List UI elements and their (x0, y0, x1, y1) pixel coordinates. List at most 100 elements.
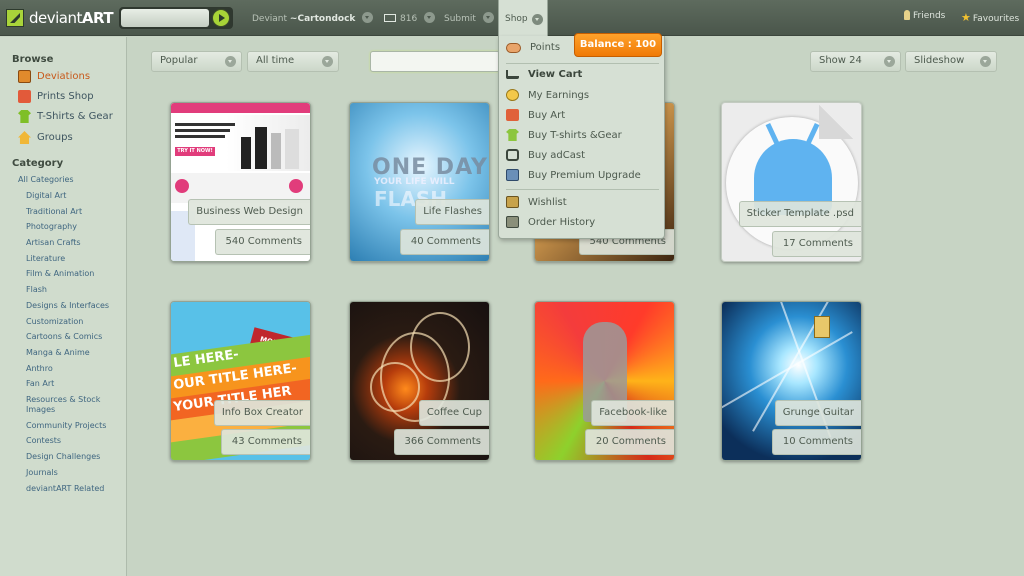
art-icon (506, 109, 519, 121)
category-item[interactable]: Digital Art (26, 191, 66, 201)
order-history-icon (506, 216, 519, 228)
category-item[interactable]: Contests (26, 436, 61, 446)
deviations-icon (18, 70, 31, 83)
chevron-down-icon (322, 56, 333, 67)
chevron-down-icon (980, 56, 991, 67)
menu-item-points[interactable]: Points (506, 42, 560, 53)
category-item[interactable]: Cartoons & Comics (26, 332, 102, 342)
thumbnail-coffee-cup[interactable]: Coffee Cup 366 Comments (349, 301, 490, 461)
search-input[interactable] (121, 9, 209, 27)
chevron-down-icon (884, 56, 895, 67)
category-item[interactable]: Traditional Art (26, 207, 82, 217)
thumbnail-comments[interactable]: 540 Comments (214, 229, 310, 255)
thumbnail-facebook-like[interactable]: Facebook-like 20 Comments (534, 301, 675, 461)
thumbnail-title[interactable]: Sticker Template .psd (738, 201, 861, 227)
category-item[interactable]: Flash (26, 285, 47, 295)
show-count-dropdown[interactable]: Show 24 (810, 51, 901, 72)
thumbnail-comments[interactable]: 20 Comments (584, 429, 674, 455)
thumbnail-comments[interactable]: 43 Comments (220, 429, 310, 455)
category-item[interactable]: Design Challenges (26, 452, 100, 462)
time-dropdown[interactable]: All time (247, 51, 339, 72)
sidebar: Browse Deviations Prints Shop T-Shirts &… (0, 37, 127, 576)
adcast-icon (506, 149, 519, 161)
thumbnail-title[interactable]: Life Flashes (415, 199, 489, 225)
category-item[interactable]: Anthro (26, 364, 53, 374)
menu-item-wishlist[interactable]: Wishlist (506, 196, 567, 208)
category-item[interactable]: Customization (26, 317, 83, 327)
star-icon: ★ (961, 11, 971, 24)
search-go-button[interactable] (212, 9, 230, 27)
filter-search-input[interactable] (370, 51, 500, 72)
search-box (119, 7, 233, 29)
cart-icon (506, 70, 519, 79)
envelope-icon (384, 13, 396, 22)
balance-button[interactable]: Balance : 100 (574, 33, 662, 57)
submit-menu[interactable]: Submit (444, 12, 494, 24)
friends-link[interactable]: Friends (904, 9, 945, 21)
premium-icon (506, 169, 519, 181)
sort-dropdown[interactable]: Popular (151, 51, 242, 72)
thumbnail-title[interactable]: Facebook-like (591, 400, 674, 426)
try-it-now-button: TRY IT NOW! (175, 147, 215, 156)
thumbnail-comments[interactable]: 17 Comments (771, 231, 861, 257)
chevron-down-icon (225, 56, 236, 67)
category-item[interactable]: Film & Animation (26, 269, 94, 279)
sidebar-item-deviations[interactable]: Deviations (18, 70, 90, 83)
points-icon (506, 42, 521, 53)
category-item[interactable]: All Categories (18, 175, 74, 185)
thumbnail-grunge-guitar[interactable]: Grunge Guitar 10 Comments (721, 301, 862, 461)
username: ~Cartondock (289, 14, 356, 24)
category-item[interactable]: Literature (26, 254, 65, 264)
menu-item-order-history[interactable]: Order History (506, 216, 595, 228)
sidebar-item-tshirts[interactable]: T-Shirts & Gear (18, 110, 113, 123)
sidebar-item-prints-shop[interactable]: Prints Shop (18, 90, 94, 103)
chevron-down-icon (482, 12, 494, 23)
category-item[interactable]: Manga & Anime (26, 348, 90, 358)
thumbnail-title[interactable]: Coffee Cup (418, 400, 489, 426)
category-heading: Category (12, 158, 64, 169)
category-item[interactable]: Designs & Interfaces (26, 301, 109, 311)
thumbnail-comments[interactable]: 10 Comments (771, 429, 861, 455)
thumbnail-title[interactable]: Business Web Design (188, 199, 310, 225)
deviantart-logo[interactable]: deviantART (6, 9, 131, 27)
favourites-link[interactable]: ★ Favourites (961, 11, 1019, 24)
messages-menu[interactable]: 816 (384, 12, 436, 24)
shop-tab[interactable]: Shop (498, 0, 548, 37)
thumbnail-info-box-creator[interactable]: MORE LE HERE- OUR TITLE HERE- YOUR TITLE… (170, 301, 311, 461)
sidebar-item-groups[interactable]: Groups (18, 131, 73, 144)
menu-item-buy-tshirts[interactable]: Buy T-shirts &Gear (506, 129, 622, 141)
thumbnail-comments[interactable]: 40 Comments (399, 229, 489, 255)
menu-item-view-cart[interactable]: View Cart (506, 69, 582, 80)
menu-divider (506, 63, 659, 64)
prints-icon (18, 90, 31, 103)
category-item[interactable]: deviantART Related (26, 484, 104, 494)
category-item[interactable]: Resources & Stock (26, 395, 100, 405)
thumbnail-life-flashes[interactable]: ONE DAY YOUR LIFE WILL FLASH Life Flashe… (349, 102, 490, 262)
menu-item-buy-adcast[interactable]: Buy adCast (506, 149, 585, 161)
category-item[interactable]: Community Projects (26, 421, 106, 431)
menu-divider (506, 189, 659, 190)
tshirt-icon (18, 110, 31, 123)
menu-item-buy-premium[interactable]: Buy Premium Upgrade (506, 169, 641, 181)
friends-icon (904, 9, 910, 20)
chevron-down-icon (362, 12, 374, 23)
thumbnail-sticker-template[interactable]: Sticker Template .psd 17 Comments (721, 102, 862, 262)
slideshow-dropdown[interactable]: Slideshow (905, 51, 997, 72)
earnings-icon (506, 89, 519, 101)
deviant-menu[interactable]: Deviant ~Cartondock (252, 12, 374, 24)
category-item-continuation[interactable]: Images (26, 405, 55, 415)
menu-item-buy-art[interactable]: Buy Art (506, 109, 565, 121)
menu-item-my-earnings[interactable]: My Earnings (506, 89, 589, 101)
category-item[interactable]: Artisan Crafts (26, 238, 81, 248)
thumbnail-comments[interactable]: 366 Comments (393, 429, 489, 455)
category-item[interactable]: Journals (26, 468, 58, 478)
browse-heading: Browse (12, 54, 54, 65)
thumbnail-title[interactable]: Grunge Guitar (774, 400, 861, 426)
chevron-down-icon (532, 14, 543, 25)
tshirt-icon (506, 129, 519, 141)
thumbnail-business-web-design[interactable]: TRY IT NOW! Business Web Design 540 Comm… (170, 102, 311, 262)
category-item[interactable]: Photography (26, 222, 77, 232)
logo-text: deviantART (29, 9, 114, 27)
thumbnail-title[interactable]: Info Box Creator (213, 400, 310, 426)
category-item[interactable]: Fan Art (26, 379, 54, 389)
